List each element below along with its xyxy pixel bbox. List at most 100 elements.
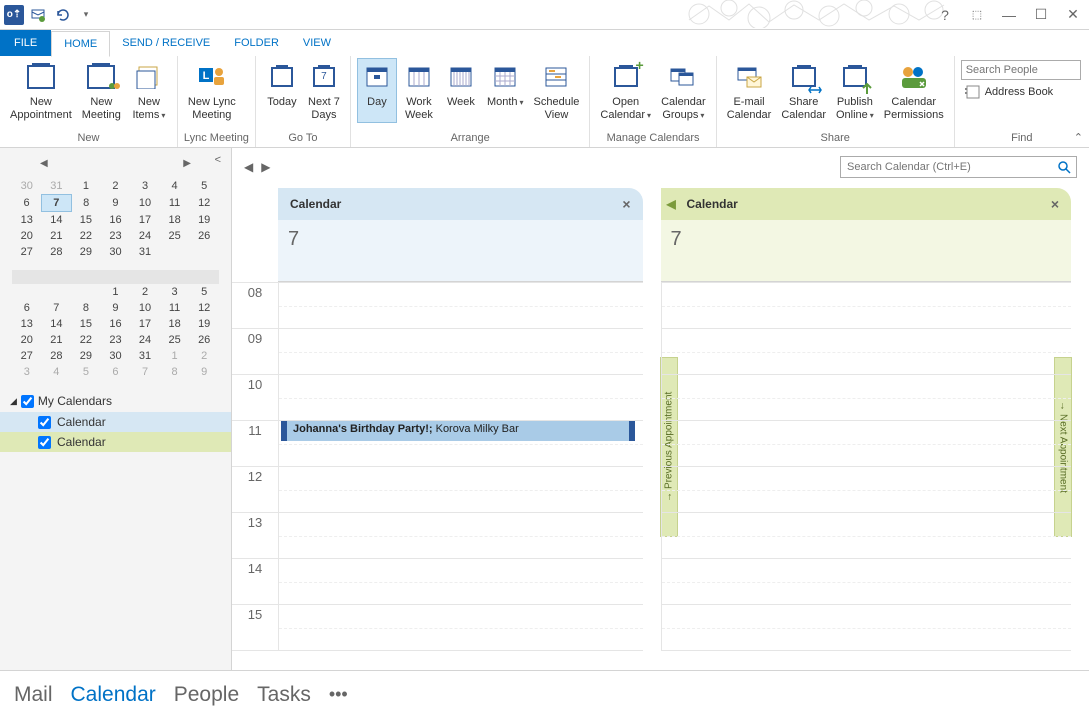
group-label-lync: Lync Meeting bbox=[184, 130, 249, 147]
schedule-view-icon bbox=[540, 61, 572, 93]
today-button[interactable]: Today bbox=[262, 58, 302, 122]
group-label-share: Share bbox=[723, 130, 948, 147]
open-calendar-button[interactable]: + Open Calendar▾ bbox=[596, 58, 655, 122]
svg-text:L: L bbox=[202, 70, 209, 82]
ribbon-group-arrange: Day Work Week Week Month▾ Schedule View … bbox=[351, 56, 590, 147]
next-7-days-button[interactable]: 7 Next 7 Days bbox=[304, 58, 344, 122]
new-lync-meeting-button[interactable]: L New Lync Meeting bbox=[184, 58, 240, 122]
pane-2-header[interactable]: ◀ Calendar × bbox=[661, 188, 1072, 220]
qat-undo-icon[interactable] bbox=[52, 5, 72, 25]
mini-calendar-1[interactable]: 3031123456789101112131415161718192021222… bbox=[12, 178, 219, 260]
all-day-area-2[interactable]: 7 bbox=[661, 220, 1072, 282]
address-book-icon bbox=[965, 85, 981, 99]
tab-home[interactable]: HOME bbox=[51, 31, 110, 57]
nav-more-icon[interactable]: ••• bbox=[329, 684, 348, 705]
time-grid-1[interactable]: 08091011Johanna's Birthday Party!; Korov… bbox=[232, 282, 643, 670]
all-day-area-1[interactable]: 7 bbox=[278, 220, 643, 282]
work-week-icon bbox=[403, 61, 435, 93]
group-label-new: New bbox=[6, 130, 171, 147]
month-view-button[interactable]: Month▾ bbox=[483, 58, 528, 122]
calendar-item-1[interactable]: Calendar bbox=[0, 412, 231, 432]
calendar-people-icon bbox=[85, 61, 117, 93]
calendar-2-checkbox[interactable] bbox=[38, 436, 51, 449]
calendar-item-2[interactable]: Calendar bbox=[0, 432, 231, 452]
search-icon[interactable] bbox=[1052, 160, 1076, 174]
publish-online-icon bbox=[839, 61, 871, 93]
overlay-arrow-icon[interactable]: ◀ bbox=[667, 197, 676, 211]
tab-file[interactable]: FILE bbox=[0, 30, 51, 56]
new-meeting-button[interactable]: New Meeting bbox=[78, 58, 125, 122]
email-calendar-icon bbox=[733, 61, 765, 93]
calendar-permissions-button[interactable]: Calendar Permissions bbox=[880, 58, 948, 122]
close-button[interactable]: ✕ bbox=[1061, 5, 1085, 25]
prev-month-icon[interactable]: ◀ bbox=[40, 158, 48, 169]
date-navigator-header: ◀ ▶ bbox=[0, 154, 231, 172]
publish-online-button[interactable]: Publish Online▾ bbox=[832, 58, 878, 122]
calendar-permissions-icon bbox=[898, 61, 930, 93]
calendar-1-checkbox[interactable] bbox=[38, 416, 51, 429]
calendar-7-icon: 7 bbox=[308, 61, 340, 93]
tab-view[interactable]: VIEW bbox=[291, 30, 343, 56]
calendar-pane-2: → Previous Appointment → Next Appointmen… bbox=[661, 188, 1072, 670]
group-label-find: Find bbox=[961, 130, 1083, 147]
mini-calendar-2[interactable]: 1235678910111213141516171819202122232425… bbox=[12, 270, 219, 380]
schedule-view-button[interactable]: Schedule View bbox=[530, 58, 584, 122]
tab-folder[interactable]: FOLDER bbox=[222, 30, 291, 56]
share-calendar-icon bbox=[788, 61, 820, 93]
ribbon-group-goto: Today 7 Next 7 Days Go To bbox=[256, 56, 351, 147]
time-grid-2[interactable]: 0809101112131415 bbox=[661, 282, 1072, 670]
day-view-button[interactable]: Day bbox=[357, 58, 397, 123]
ribbon-tabs: FILE HOME SEND / RECEIVE FOLDER VIEW bbox=[0, 30, 1089, 56]
calendar-groups-button[interactable]: Calendar Groups▾ bbox=[657, 58, 710, 122]
appointment-item[interactable]: Johanna's Birthday Party!; Korova Milky … bbox=[281, 421, 635, 441]
pane-1-header[interactable]: Calendar × bbox=[278, 188, 643, 220]
my-calendars-group[interactable]: ◢ My Calendars bbox=[0, 390, 231, 412]
close-pane-2-icon[interactable]: × bbox=[1051, 196, 1059, 212]
calendar-groups: ◢ My Calendars Calendar Calendar bbox=[0, 390, 231, 452]
qat-send-receive-icon[interactable] bbox=[28, 5, 48, 25]
ribbon: New Appointment New Meeting New Items▾ N… bbox=[0, 56, 1089, 148]
help-icon[interactable]: ? bbox=[933, 5, 957, 25]
calendar-page-icon bbox=[25, 61, 57, 93]
nav-calendar[interactable]: Calendar bbox=[71, 683, 156, 707]
search-calendar-input[interactable] bbox=[841, 158, 1052, 176]
ribbon-display-options-icon[interactable]: ⬚ bbox=[965, 5, 989, 25]
prev-day-icon[interactable]: ◀ bbox=[244, 160, 253, 174]
my-calendars-checkbox[interactable] bbox=[21, 395, 34, 408]
next-month-icon[interactable]: ▶ bbox=[183, 158, 191, 169]
week-view-icon bbox=[445, 61, 477, 93]
navigation-bar: Mail Calendar People Tasks ••• bbox=[0, 670, 1089, 718]
week-view-button[interactable]: Week bbox=[441, 58, 481, 122]
minimize-nav-icon[interactable]: < bbox=[215, 154, 221, 166]
new-items-button[interactable]: New Items▾ bbox=[127, 58, 171, 122]
day-view-icon bbox=[361, 61, 393, 93]
collapse-ribbon-icon[interactable]: ⌃ bbox=[1074, 131, 1083, 144]
new-appointment-button[interactable]: New Appointment bbox=[6, 58, 76, 122]
month-view-icon bbox=[489, 61, 521, 93]
share-calendar-button[interactable]: Share Calendar bbox=[777, 58, 830, 122]
calendar-groups-icon bbox=[667, 61, 699, 93]
tab-send-receive[interactable]: SEND / RECEIVE bbox=[110, 30, 222, 56]
search-calendar-box[interactable] bbox=[840, 156, 1077, 178]
lync-icon: L bbox=[196, 61, 228, 93]
email-calendar-button[interactable]: E-mail Calendar bbox=[723, 58, 776, 122]
date-nav-arrows: ◀ ▶ bbox=[244, 160, 270, 174]
group-label-arrange: Arrange bbox=[357, 130, 583, 147]
work-week-button[interactable]: Work Week bbox=[399, 58, 439, 122]
nav-mail[interactable]: Mail bbox=[14, 683, 53, 707]
address-book-button[interactable]: Address Book bbox=[961, 83, 1057, 101]
maximize-button[interactable]: ☐ bbox=[1029, 5, 1053, 25]
title-bar: o⇡ ▾ ? ⬚ — ☐ ✕ bbox=[0, 0, 1089, 30]
search-people-input[interactable] bbox=[961, 60, 1081, 80]
nav-people[interactable]: People bbox=[174, 683, 239, 707]
minimize-button[interactable]: — bbox=[997, 5, 1021, 25]
nav-tasks[interactable]: Tasks bbox=[257, 683, 311, 707]
close-pane-1-icon[interactable]: × bbox=[622, 196, 630, 212]
calendar-pane-1: Calendar × 7 08091011Johanna's Birthday … bbox=[232, 188, 643, 670]
outlook-app-icon: o⇡ bbox=[4, 5, 24, 25]
next-day-icon[interactable]: ▶ bbox=[261, 160, 270, 174]
ribbon-group-lync: L New Lync Meeting Lync Meeting bbox=[178, 56, 256, 147]
qat-customize-icon[interactable]: ▾ bbox=[76, 5, 96, 25]
calendar-content: ◀ ▶ Calendar × bbox=[232, 148, 1089, 670]
navigation-pane: < ◀ ▶ 3031123456789101112131415161718192… bbox=[0, 148, 232, 670]
